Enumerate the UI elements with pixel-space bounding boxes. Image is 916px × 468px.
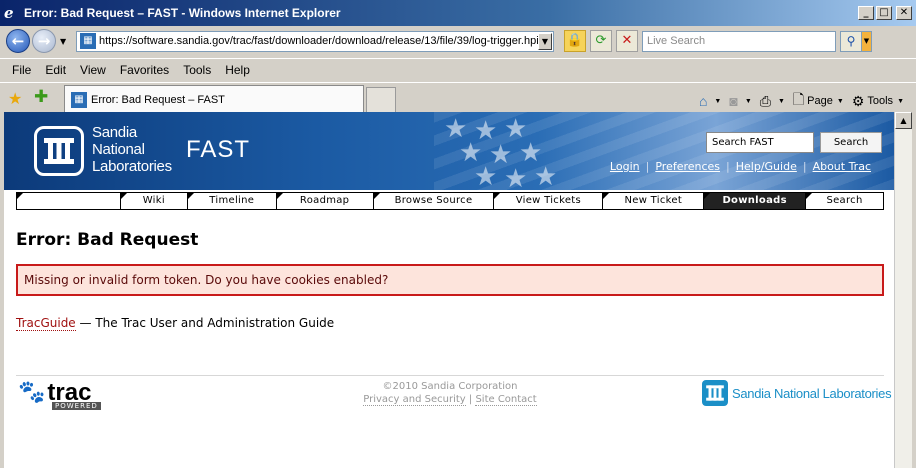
rss-icon: ◙ xyxy=(729,93,738,109)
star-icon: ★ xyxy=(534,162,558,190)
tab-label: Error: Bad Request – FAST xyxy=(91,93,225,106)
tab-bar: ★ ✚ ▦ Error: Bad Request – FAST ⌂ ▼ ◙ ▼ ⎙ ▼… xyxy=(0,82,916,113)
nav-roadmap[interactable]: Roadmap xyxy=(275,193,373,209)
command-bar: ⌂ ▼ ◙ ▼ ⎙ ▼ 🗋 Page ▼ ⚙ Tools ▼ xyxy=(691,89,904,113)
vertical-scrollbar[interactable]: ▲ xyxy=(894,112,912,468)
project-title[interactable]: FAST xyxy=(186,136,250,164)
site-banner: ★ ★ ★ ★ ★ ★ ★ ★ ★ Sandia National Labora… xyxy=(4,112,894,190)
scroll-up-icon[interactable]: ▲ xyxy=(895,112,912,129)
guide-line: TracGuide — The Trac User and Administra… xyxy=(16,316,335,331)
add-favorites-icon[interactable]: ✚ xyxy=(34,87,48,107)
menu-bar: File Edit View Favorites Tools Help xyxy=(0,58,916,80)
tab-active[interactable]: ▦ Error: Bad Request – FAST xyxy=(64,85,364,113)
address-bar[interactable]: ▦ https://software.sandia.gov/trac/fast/… xyxy=(76,30,554,52)
right-frame xyxy=(912,112,916,468)
metanav-login[interactable]: Login xyxy=(604,160,646,173)
refresh-icon[interactable]: ⟳ xyxy=(590,30,612,52)
nav-search[interactable]: Search xyxy=(805,193,883,209)
favorites-star-icon[interactable]: ★ xyxy=(8,89,22,108)
star-icon: ★ xyxy=(504,164,528,190)
search-options-dropdown-icon[interactable]: ▼ xyxy=(862,30,872,52)
page-icon: 🗋 xyxy=(792,91,805,107)
metanav-about-trac[interactable]: About Trac xyxy=(807,160,877,173)
paw-icon: 🐾 xyxy=(18,380,46,405)
forward-button[interactable]: → xyxy=(32,29,56,53)
sandia-logo-text[interactable]: Sandia National Laboratories xyxy=(92,124,172,175)
page-icon: ▦ xyxy=(80,33,96,49)
nav-downloads[interactable]: Downloads xyxy=(703,193,806,209)
feeds-button[interactable]: ◙ ▼ xyxy=(729,93,751,109)
menu-edit[interactable]: Edit xyxy=(45,63,66,77)
stop-icon[interactable]: ✕ xyxy=(616,30,638,52)
print-button[interactable]: ⎙ ▼ xyxy=(760,93,785,110)
footer-divider xyxy=(16,375,884,376)
home-icon: ⌂ xyxy=(698,93,708,109)
nav-blank xyxy=(17,193,120,209)
nav-new-ticket[interactable]: New Ticket xyxy=(602,193,703,209)
page-menu-button[interactable]: 🗋 Page ▼ xyxy=(793,89,844,113)
address-dropdown-icon[interactable]: ▼ xyxy=(538,32,552,50)
metanav-help-guide[interactable]: Help/Guide xyxy=(730,160,803,173)
tab-page-icon: ▦ xyxy=(71,91,87,108)
menu-view[interactable]: View xyxy=(80,63,106,77)
star-icon: ★ xyxy=(474,162,498,190)
maximize-button[interactable]: □ xyxy=(876,6,892,20)
url-text[interactable]: https://software.sandia.gov/trac/fast/do… xyxy=(99,35,538,47)
lock-icon[interactable]: 🔒 xyxy=(564,30,586,52)
menu-help[interactable]: Help xyxy=(225,63,250,77)
tracguide-link[interactable]: TracGuide xyxy=(16,316,76,331)
main-nav: Wiki Timeline Roadmap Browse Source View… xyxy=(16,192,884,210)
menu-tools[interactable]: Tools xyxy=(183,63,211,77)
page-viewport: ★ ★ ★ ★ ★ ★ ★ ★ ★ Sandia National Labora… xyxy=(4,112,894,468)
trac-powered-logo[interactable]: 🐾 trac POWERED xyxy=(18,380,101,410)
nav-timeline[interactable]: Timeline xyxy=(186,193,276,209)
window-title-bar: e Error: Bad Request – FAST - Windows In… xyxy=(0,0,916,26)
site-search-button[interactable]: Search xyxy=(820,132,882,153)
nav-browse-source[interactable]: Browse Source xyxy=(372,193,494,209)
menu-file[interactable]: File xyxy=(12,63,31,77)
page-title: Error: Bad Request xyxy=(16,230,199,250)
close-button[interactable]: ✕ xyxy=(896,6,912,20)
sandia-small-logo-icon xyxy=(702,380,728,406)
metanav-preferences[interactable]: Preferences xyxy=(649,160,726,173)
live-search-input[interactable]: Live Search xyxy=(642,30,836,52)
menu-favorites[interactable]: Favorites xyxy=(120,63,169,77)
error-message: Missing or invalid form token. Do you ha… xyxy=(16,264,884,296)
footer-copyright: ©2010 Sandia Corporation Privacy and Sec… xyxy=(363,381,537,406)
search-icon[interactable]: ⚲ xyxy=(840,30,862,52)
gear-icon: ⚙ xyxy=(851,92,865,109)
sandia-footer-logo[interactable]: Sandia National Laboratories xyxy=(702,380,892,406)
address-toolbar: ← → ▼ ▦ https://software.sandia.gov/trac… xyxy=(0,26,916,56)
minimize-button[interactable]: _ xyxy=(858,6,874,20)
site-contact-link[interactable]: Site Contact xyxy=(475,394,537,406)
nav-wiki[interactable]: Wiki xyxy=(119,193,187,209)
back-button[interactable]: ← xyxy=(6,29,30,53)
tools-menu-button[interactable]: ⚙ Tools ▼ xyxy=(852,93,904,110)
history-dropdown-icon[interactable]: ▼ xyxy=(60,37,70,46)
site-search-input[interactable]: Search FAST xyxy=(706,132,814,153)
sandia-logo-icon[interactable] xyxy=(34,126,84,176)
printer-icon: ⎙ xyxy=(759,92,771,109)
new-tab-button[interactable] xyxy=(366,87,396,113)
ie-icon: e xyxy=(4,4,14,22)
metanav: Login | Preferences | Help/Guide | About… xyxy=(604,160,877,173)
nav-view-tickets[interactable]: View Tickets xyxy=(493,193,602,209)
window-title: Error: Bad Request – FAST - Windows Inte… xyxy=(24,6,341,20)
privacy-link[interactable]: Privacy and Security xyxy=(363,394,466,406)
home-button[interactable]: ⌂ ▼ xyxy=(699,93,721,109)
